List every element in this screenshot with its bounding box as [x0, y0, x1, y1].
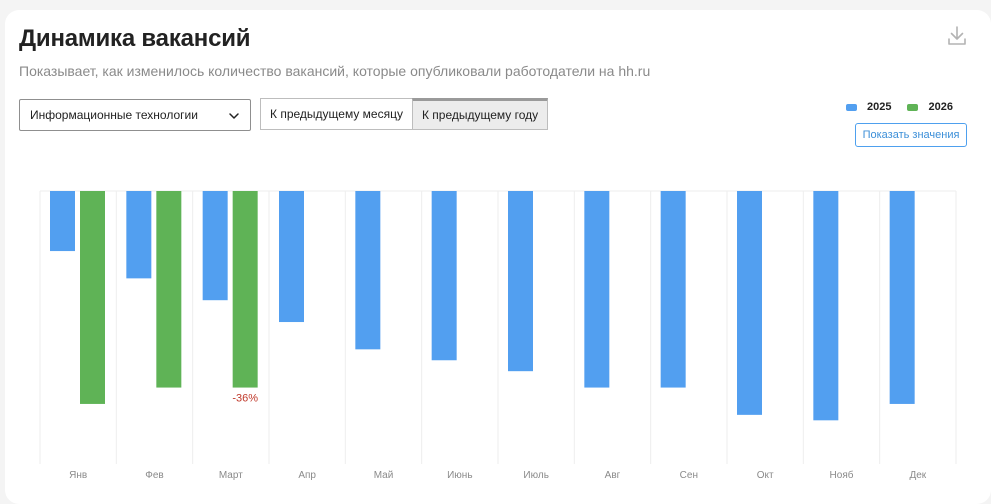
x-tick-label: Нояб [830, 469, 854, 481]
bar-2025-Дек [889, 191, 915, 404]
bar-2026-Янв [80, 191, 105, 404]
bar-chart: Янв Фев Март Апр Май Июнь Июль Авг Сен Окт Нояб Дек… [39, 190, 957, 481]
x-tick-label: Май [374, 470, 394, 481]
x-tick-label: Дек [909, 470, 926, 481]
x-tick-label: Апр [298, 470, 316, 481]
x-tick-label: Июль [523, 470, 549, 481]
x-tick-label: Авг [605, 470, 621, 481]
bar-2025-Нояб [813, 191, 839, 421]
data-label: -36% [232, 393, 258, 405]
x-tick-label: Янв [69, 470, 87, 481]
x-tick-label: Март [219, 470, 243, 481]
bar-2025-Март [202, 191, 228, 301]
bar-2026-Март [232, 191, 258, 388]
bar-2025-Июнь [431, 191, 457, 361]
x-tick-label: Июнь [447, 470, 472, 481]
x-tick-label: Фев [145, 470, 163, 481]
bar-2025-Авг [584, 191, 610, 388]
bar-2025-Май [355, 191, 381, 350]
bar-2025-Сен [660, 191, 686, 388]
bar-2025-Фев [126, 191, 152, 279]
bar-2025-Янв [50, 191, 75, 252]
x-tick-label: Сен [680, 470, 698, 481]
x-tick-label: Окт [757, 470, 774, 481]
bar-2026-Фев [156, 191, 182, 388]
bar-2025-Июль [508, 191, 533, 372]
bar-2025-Апр [279, 191, 304, 323]
bar-2025-Окт [737, 191, 762, 415]
